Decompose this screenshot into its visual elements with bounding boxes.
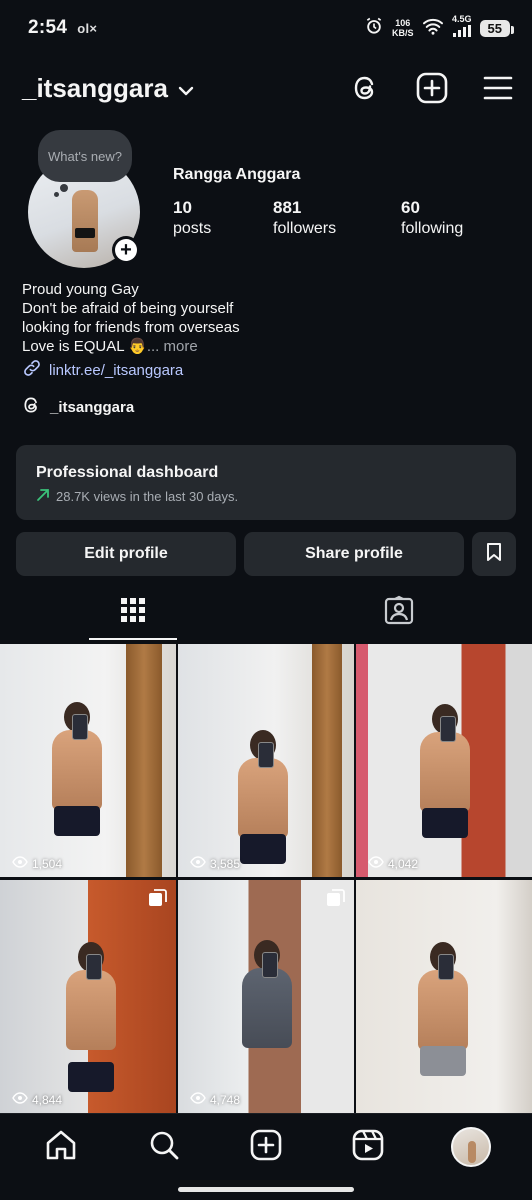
carousel-icon bbox=[326, 888, 346, 908]
bio-line: Don't be afraid of being yourself bbox=[22, 300, 234, 317]
profile-bio: Proud young Gay Don't be afraid of being… bbox=[22, 280, 240, 356]
nav-profile[interactable] bbox=[448, 1124, 494, 1170]
nav-reels[interactable] bbox=[345, 1124, 391, 1170]
status-bar: 2:54 ol× 106 KB/S 4.5G 55 bbox=[0, 0, 532, 56]
stat-followers[interactable]: 881 followers bbox=[273, 198, 401, 240]
stat-label: following bbox=[401, 220, 464, 237]
tab-tagged[interactable] bbox=[266, 584, 532, 640]
wifi-icon bbox=[422, 17, 444, 40]
signal-icon bbox=[452, 24, 472, 42]
views-eye-icon bbox=[12, 1092, 28, 1107]
stat-value: 10 bbox=[173, 198, 192, 217]
home-icon bbox=[44, 1129, 78, 1166]
alarm-icon bbox=[364, 16, 384, 41]
add-story-button[interactable]: + bbox=[112, 236, 140, 264]
profile-header: _itsanggara bbox=[22, 64, 514, 112]
net-speed: 106 KB/S bbox=[392, 18, 414, 38]
bookmark-icon bbox=[485, 542, 503, 567]
stat-value: 60 bbox=[401, 198, 420, 217]
stat-label: posts bbox=[173, 220, 212, 237]
home-indicator[interactable] bbox=[178, 1187, 354, 1192]
dashboard-title: Professional dashboard bbox=[36, 464, 219, 481]
views-eye-icon bbox=[368, 856, 384, 871]
edit-profile-button[interactable]: Edit profile bbox=[16, 532, 236, 576]
bottom-navigation bbox=[0, 1113, 532, 1200]
nav-search[interactable] bbox=[141, 1124, 187, 1170]
bio-link[interactable]: linktr.ee/_itsanggara bbox=[22, 358, 183, 382]
note-bubble[interactable]: What's new? bbox=[38, 130, 132, 182]
threads-badge[interactable]: _itsanggara bbox=[22, 395, 134, 419]
threads-handle: _itsanggara bbox=[50, 398, 135, 416]
post-thumbnail[interactable]: 4,748 bbox=[178, 880, 354, 1113]
views-count: 3,585 bbox=[210, 856, 241, 871]
chevron-down-icon bbox=[178, 73, 194, 104]
trend-up-icon bbox=[36, 488, 50, 505]
views-count: 1,504 bbox=[32, 856, 63, 871]
net-speed-unit: KB/S bbox=[392, 28, 414, 38]
network-type: 4.5G bbox=[452, 13, 472, 24]
tagged-person-icon bbox=[384, 595, 414, 630]
grid-icon bbox=[120, 597, 146, 628]
nav-create[interactable] bbox=[243, 1124, 289, 1170]
bio-line: looking for friends from overseas bbox=[22, 319, 240, 336]
post-thumbnail[interactable]: 3,585 bbox=[178, 644, 354, 877]
reels-icon bbox=[352, 1129, 384, 1166]
stat-label: followers bbox=[273, 220, 337, 237]
add-post-icon bbox=[250, 1129, 282, 1166]
views-count: 4,844 bbox=[32, 1092, 63, 1107]
post-thumbnail[interactable]: 1,504 bbox=[0, 644, 176, 877]
profile-tabs bbox=[0, 584, 532, 640]
menu-icon[interactable] bbox=[482, 72, 514, 104]
status-extra: ol× bbox=[77, 20, 98, 36]
search-icon bbox=[148, 1129, 180, 1166]
link-icon bbox=[22, 358, 42, 382]
battery-indicator: 55 bbox=[479, 19, 515, 37]
posts-grid: 1,504 3,585 4,042 4,844 4,748 bbox=[0, 644, 532, 1113]
share-profile-button[interactable]: Share profile bbox=[244, 532, 464, 576]
profile-full-name: Rangga Anggara bbox=[173, 166, 301, 183]
dashboard-subtitle: 28.7K views in the last 30 days. bbox=[56, 489, 239, 504]
views-count: 4,042 bbox=[388, 856, 419, 871]
bio-line: Proud young Gay bbox=[22, 281, 139, 298]
threads-icon bbox=[22, 395, 42, 419]
account-switcher[interactable]: _itsanggara bbox=[22, 73, 194, 104]
views-eye-icon bbox=[190, 1092, 206, 1107]
threads-icon[interactable] bbox=[350, 72, 382, 104]
stat-value: 881 bbox=[273, 198, 302, 217]
views-eye-icon bbox=[190, 856, 206, 871]
views-eye-icon bbox=[12, 856, 28, 871]
bio-line: Love is EQUAL 👨 bbox=[22, 338, 147, 355]
stat-posts[interactable]: 10 posts bbox=[173, 198, 273, 240]
note-bubble-tail bbox=[60, 184, 68, 192]
profile-stats: 10 posts 881 followers 60 following bbox=[173, 198, 491, 240]
post-thumbnail[interactable]: 4,042 bbox=[356, 644, 532, 877]
carousel-icon bbox=[148, 888, 168, 908]
status-time: 2:54 bbox=[28, 17, 68, 38]
post-thumbnail[interactable] bbox=[356, 880, 532, 1113]
header-username: _itsanggara bbox=[22, 72, 168, 103]
net-speed-value: 106 bbox=[395, 18, 411, 28]
tab-posts-grid[interactable] bbox=[0, 584, 266, 640]
post-thumbnail[interactable]: 4,844 bbox=[0, 880, 176, 1113]
professional-dashboard[interactable]: Professional dashboard 28.7K views in th… bbox=[16, 445, 516, 520]
note-bubble-tail-small bbox=[54, 192, 59, 197]
nav-home[interactable] bbox=[38, 1124, 84, 1170]
bio-more-link[interactable]: ... more bbox=[147, 338, 198, 355]
plus-icon: + bbox=[115, 239, 137, 261]
stat-following[interactable]: 60 following bbox=[401, 198, 491, 240]
bio-link-text: linktr.ee/_itsanggara bbox=[49, 361, 184, 379]
views-count: 4,748 bbox=[210, 1092, 241, 1107]
saved-button[interactable] bbox=[472, 532, 516, 576]
profile-avatar-icon bbox=[450, 1127, 491, 1167]
create-post-icon[interactable] bbox=[416, 72, 448, 104]
